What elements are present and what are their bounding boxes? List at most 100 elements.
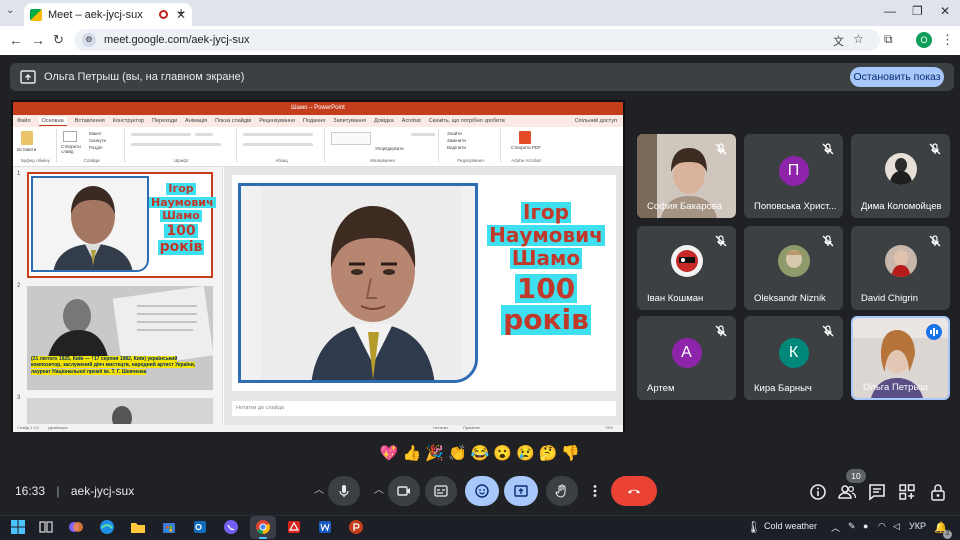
status-comments[interactable]: Примітки	[463, 425, 480, 430]
ppt-tab-transitions[interactable]: Переходи	[152, 118, 177, 124]
host-controls-icon[interactable]	[928, 482, 948, 502]
ppt-tab-insert[interactable]: Вставлення	[75, 118, 105, 124]
close-window-icon[interactable]: ✕	[940, 4, 950, 18]
emoji-reactions-button[interactable]	[465, 476, 499, 506]
ppt-tab-file[interactable]: Файл	[17, 118, 31, 124]
extensions-icon[interactable]: ⧉	[884, 32, 893, 47]
reaction-sparkling-heart[interactable]: 💖	[380, 444, 399, 462]
shape-fill[interactable]	[411, 133, 435, 136]
acrobat-icon[interactable]	[286, 519, 302, 535]
select-label[interactable]: Виділити	[447, 145, 466, 150]
participant-tile-1[interactable]: София Бакарова	[637, 134, 736, 218]
participant-tile-5[interactable]: Oleksandr Niznik	[744, 226, 843, 310]
more-options-button[interactable]	[584, 476, 606, 506]
store-icon[interactable]	[161, 519, 177, 535]
bookmark-star-icon[interactable]: ☆	[853, 32, 864, 46]
new-tab-button[interactable]: +	[177, 4, 185, 20]
replace-label[interactable]: Замінити	[447, 138, 466, 143]
reaction-party-popper[interactable]: 🎉	[425, 444, 444, 462]
reaction-clapping[interactable]: 👏	[448, 444, 467, 462]
status-notes[interactable]: Нотатки	[433, 425, 448, 430]
reaction-thumbs-up[interactable]: 👍	[403, 444, 422, 462]
tab-search-chevron-icon[interactable]: ⌄	[6, 5, 14, 16]
reset-label[interactable]: Скинути	[89, 138, 106, 143]
ppt-tab-recording[interactable]: Запитування	[333, 118, 366, 124]
maximize-icon[interactable]: ❐	[912, 4, 923, 18]
raise-hand-button[interactable]	[546, 476, 578, 506]
file-explorer-icon[interactable]	[130, 519, 146, 535]
slide-thumb-2[interactable]: (21 лютого 1925, Київ — †17 серпня 1982,…	[27, 286, 213, 390]
reaction-thumbs-down[interactable]: 👎	[561, 444, 580, 462]
pdf-icon[interactable]	[519, 131, 531, 144]
participant-tile-4[interactable]: Іван Кошман	[637, 226, 736, 310]
activities-icon[interactable]	[897, 482, 917, 502]
forward-icon[interactable]: →	[31, 32, 45, 48]
notes-pane[interactable]: Нотатки до слайда	[232, 401, 616, 416]
font-name-box[interactable]	[131, 133, 191, 136]
back-icon[interactable]: ←	[9, 32, 23, 48]
paste-icon[interactable]	[21, 131, 33, 145]
video-options-chevron-icon[interactable]: ︿	[368, 476, 390, 506]
shapes-gallery[interactable]	[331, 132, 371, 145]
weather-text[interactable]: Cold weather	[764, 521, 817, 531]
participant-tile-7[interactable]: А Артем	[637, 316, 736, 400]
list-buttons[interactable]	[243, 133, 313, 136]
browser-menu-icon[interactable]: ⋮	[941, 32, 954, 48]
mic-tray-icon[interactable]: ●	[863, 521, 868, 531]
zoom-level[interactable]: 75%	[605, 425, 613, 430]
align-buttons[interactable]	[243, 143, 313, 146]
camera-button[interactable]	[388, 476, 420, 506]
ppt-tab-design[interactable]: Конструктор	[113, 118, 144, 124]
captions-button[interactable]	[425, 476, 457, 506]
volume-icon[interactable]: ◁	[893, 521, 900, 532]
word-icon[interactable]	[317, 519, 333, 535]
translate-icon[interactable]: 文	[833, 33, 844, 49]
outlook-icon[interactable]	[192, 519, 208, 535]
microphone-button[interactable]	[328, 476, 360, 506]
reaction-surprised[interactable]: 😮	[493, 444, 512, 462]
audio-options-chevron-icon[interactable]: ︿	[308, 476, 330, 506]
language-indicator[interactable]: УКР	[909, 521, 926, 531]
participant-tile-2[interactable]: П Поповська Христ...	[744, 134, 843, 218]
participant-tile-6[interactable]: David Chigrin	[851, 226, 950, 310]
browser-tab[interactable]: Meet – aek-jycj-sux ✕	[24, 3, 192, 26]
viber-icon[interactable]	[223, 519, 239, 535]
address-bar[interactable]: ⚙ meet.google.com/aek-jycj-sux	[74, 29, 880, 51]
reaction-laughing[interactable]: 😂	[471, 444, 490, 462]
slide-thumb-1[interactable]: Ігор Наумович Шамо 100 років	[27, 172, 216, 278]
leave-call-button[interactable]	[611, 476, 657, 506]
edge-icon[interactable]	[99, 519, 115, 535]
ppt-tab-view[interactable]: Подання	[303, 118, 325, 124]
minimize-icon[interactable]: —	[884, 4, 896, 18]
arrange-label[interactable]: Упорядкувати	[375, 146, 404, 151]
powerpoint-icon[interactable]	[348, 519, 364, 535]
pen-icon[interactable]: ✎	[848, 521, 856, 532]
tray-overflow-icon[interactable]: ︿	[831, 521, 840, 534]
ppt-tell-me[interactable]: Скажіть, що потрібно зробити	[429, 118, 505, 124]
wifi-icon[interactable]: ◠	[878, 521, 886, 532]
task-view-icon[interactable]	[38, 519, 54, 535]
current-slide[interactable]: Ігор Наумович Шамо 100 років	[232, 175, 616, 391]
chat-icon[interactable]	[867, 482, 887, 502]
section-label[interactable]: Розділ	[89, 145, 102, 150]
profile-avatar[interactable]: O	[916, 32, 932, 48]
layout-label[interactable]: Макет	[89, 131, 102, 136]
stop-presenting-button[interactable]: Остановить показ	[850, 67, 944, 87]
ppt-tab-slideshow[interactable]: Показ слайдів	[215, 118, 251, 124]
ppt-tab-animations[interactable]: Анімація	[185, 118, 207, 124]
ppt-tab-acrobat[interactable]: Acrobat	[402, 118, 421, 124]
ppt-share[interactable]: Спільний доступ	[575, 118, 617, 124]
chrome-icon[interactable]	[255, 519, 271, 535]
ppt-tab-home[interactable]: Основна	[38, 116, 67, 126]
reaction-thinking[interactable]: 🤔	[539, 444, 558, 462]
font-size-box[interactable]	[195, 133, 213, 136]
reaction-crying[interactable]: 😢	[516, 444, 535, 462]
participant-tile-3[interactable]: Дима Коломойцев	[851, 134, 950, 218]
slide-thumb-3[interactable]	[27, 398, 213, 424]
meeting-details-icon[interactable]	[808, 482, 828, 502]
site-info-icon[interactable]: ⚙	[82, 33, 96, 47]
ppt-tab-review[interactable]: Рецензування	[259, 118, 295, 124]
copilot-icon[interactable]	[68, 519, 84, 535]
participant-tile-self[interactable]: Ольга Петрыш	[851, 316, 950, 400]
new-slide-icon[interactable]	[63, 131, 77, 142]
